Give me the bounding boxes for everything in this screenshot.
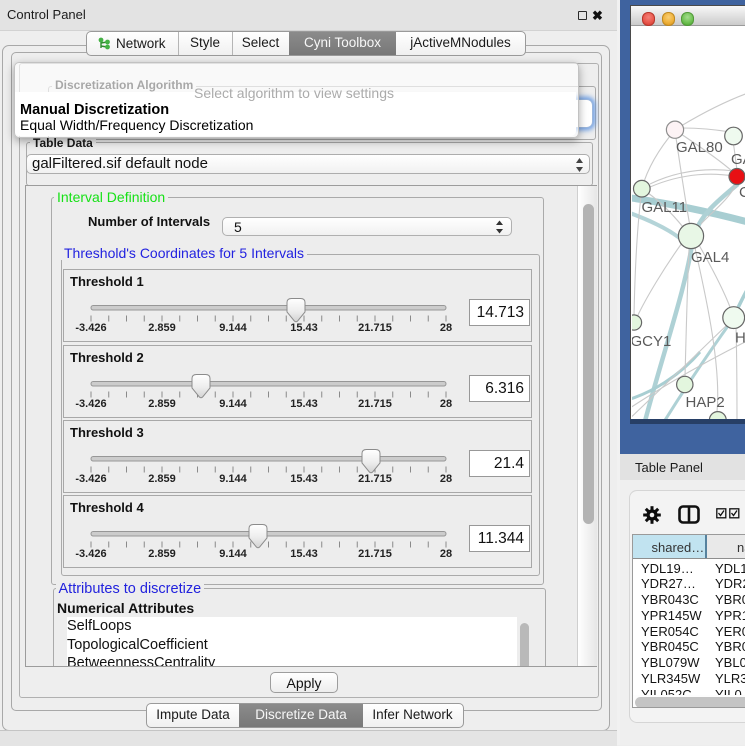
svg-text:GA: GA xyxy=(731,151,745,168)
svg-text:C: C xyxy=(739,184,745,201)
svg-text:GCY1: GCY1 xyxy=(632,333,671,350)
svg-text:GAL11: GAL11 xyxy=(642,199,688,216)
svg-text:GAL80: GAL80 xyxy=(676,139,723,156)
svg-text:H: H xyxy=(735,330,745,347)
svg-text:GAL4: GAL4 xyxy=(691,249,729,266)
svg-text:HAP2: HAP2 xyxy=(686,394,725,411)
